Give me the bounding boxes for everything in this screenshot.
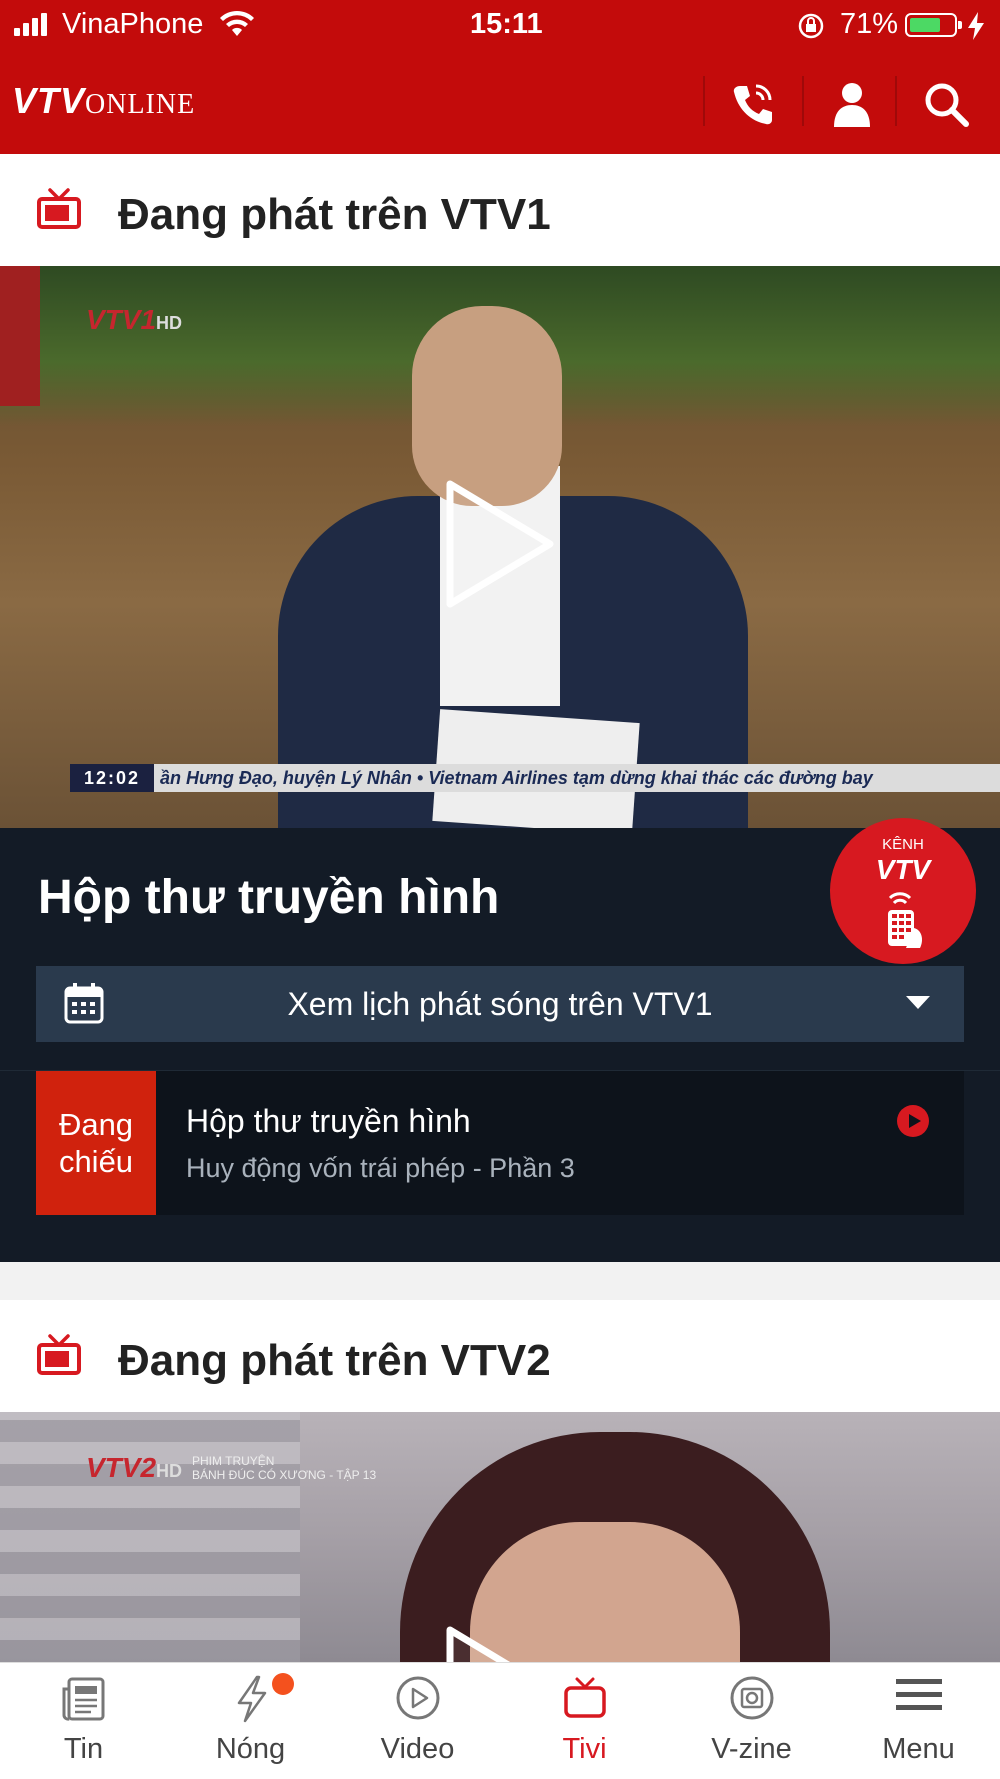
news-ticker: 12:02 ần Hưng Đạo, huyện Lý Nhân • Vietna… bbox=[70, 764, 1000, 792]
now-playing-item[interactable]: Đang chiếu Hộp thư truyền hình Huy động … bbox=[36, 1071, 964, 1215]
orientation-lock-icon bbox=[798, 13, 824, 39]
badge-caption: KÊNH bbox=[882, 836, 924, 853]
tv-icon bbox=[563, 1677, 606, 1718]
episode-name: Huy động vốn trái phép - Phần 3 bbox=[186, 1153, 575, 1183]
tv-icon bbox=[37, 1334, 81, 1375]
vtv1-section-header: Đang phát trên VTV1 bbox=[0, 154, 1000, 266]
background-flag bbox=[0, 266, 40, 406]
program-panel: Hộp thư truyền hình KÊNH VTV Xem lịch ph… bbox=[0, 818, 1000, 1262]
badge-mark: VTV bbox=[875, 854, 931, 885]
lightning-icon bbox=[237, 1675, 266, 1723]
program-title: Hộp thư truyền hình bbox=[38, 871, 500, 924]
tab-nong[interactable]: Nóng bbox=[167, 1663, 334, 1779]
tab-label: Tin bbox=[63, 1733, 104, 1765]
wifi-icon bbox=[220, 10, 254, 36]
program-caption: PHIM TRUYỆN BÁNH ĐÚC CÓ XƯƠNG - TẬP 13 bbox=[192, 1454, 377, 1482]
header-divider bbox=[802, 76, 804, 126]
battery-percent: 71% bbox=[840, 8, 899, 40]
logo-mark: VTV bbox=[12, 80, 86, 121]
search-button[interactable] bbox=[916, 74, 976, 134]
logo-text: ONLINE bbox=[85, 89, 196, 120]
carrier-name: VinaPhone bbox=[62, 8, 204, 40]
vtv2-live-player[interactable]: VTV2HD PHIM TRUYỆN BÁNH ĐÚC CÓ XƯƠNG - T… bbox=[0, 1412, 1000, 1662]
tab-label: Nóng bbox=[215, 1733, 286, 1765]
user-icon bbox=[834, 83, 870, 127]
section-title: Đang phát trên VTV1 bbox=[118, 190, 551, 239]
vtv-channel-remote-button[interactable]: KÊNH VTV bbox=[830, 818, 976, 964]
header-divider bbox=[895, 76, 897, 126]
tab-tin[interactable]: Tin bbox=[0, 1663, 167, 1779]
tab-vzine[interactable]: V-zine bbox=[668, 1663, 835, 1779]
background-building bbox=[0, 1412, 300, 1662]
status-bar: VinaPhone 15:11 71% bbox=[0, 0, 1000, 50]
tab-menu[interactable]: Menu bbox=[835, 1663, 1000, 1779]
tv-icon bbox=[37, 188, 81, 229]
vtv-online-logo[interactable]: VTVONLINE bbox=[12, 80, 195, 122]
ticker-text: ần Hưng Đạo, huyện Lý Nhân • Vietnam Air… bbox=[160, 768, 873, 788]
play-icon[interactable] bbox=[440, 1620, 560, 1662]
header-divider bbox=[703, 76, 705, 126]
signal-icon bbox=[14, 12, 54, 36]
section-title: Đang phát trên VTV2 bbox=[118, 1336, 551, 1385]
vtv1-live-player[interactable]: VTV1HD 12:02 ần Hưng Đạo, huyện Lý Nhân •… bbox=[0, 266, 1000, 828]
phone-icon bbox=[733, 84, 772, 125]
schedule-dropdown[interactable]: Xem lịch phát sóng trên VTV1 bbox=[36, 966, 964, 1042]
account-button[interactable] bbox=[822, 74, 882, 134]
search-icon bbox=[925, 83, 969, 127]
hotline-button[interactable] bbox=[722, 74, 782, 134]
tab-video[interactable]: Video bbox=[334, 1663, 501, 1779]
notification-dot bbox=[272, 1673, 294, 1695]
battery-icon bbox=[905, 13, 962, 37]
channel-watermark: VTV1HD bbox=[86, 304, 183, 335]
chevron-down-icon bbox=[906, 996, 930, 1009]
program-name: Hộp thư truyền hình bbox=[186, 1103, 471, 1139]
schedule-label: Xem lịch phát sóng trên VTV1 bbox=[287, 986, 713, 1022]
play-circle-icon bbox=[396, 1676, 439, 1720]
tab-label: V-zine bbox=[711, 1733, 792, 1765]
charging-icon bbox=[968, 12, 984, 40]
status-time: 15:11 bbox=[470, 8, 543, 40]
play-icon[interactable] bbox=[440, 474, 560, 614]
play-circle-icon[interactable] bbox=[896, 1104, 930, 1138]
tab-tivi[interactable]: Tivi bbox=[501, 1663, 668, 1779]
tab-label: Menu bbox=[882, 1733, 955, 1765]
now-playing-badge: Đang chiếu bbox=[36, 1071, 156, 1215]
ticker-time: 12:02 bbox=[70, 764, 155, 792]
newspaper-icon bbox=[62, 1677, 104, 1721]
vtv2-section-header: Đang phát trên VTV2 bbox=[0, 1300, 1000, 1412]
hamburger-icon bbox=[895, 1679, 942, 1710]
tab-label: Tivi bbox=[562, 1733, 607, 1765]
remote-control-icon bbox=[888, 892, 922, 948]
app-header: VinaPhone 15:11 71% VTVONLINE bbox=[0, 0, 1000, 154]
channel-watermark: VTV2HD bbox=[86, 1452, 183, 1483]
bottom-navigation: Tin Nóng Video Tivi V-zine Menu bbox=[0, 1662, 1000, 1779]
camera-icon bbox=[730, 1676, 773, 1720]
tab-label: Video bbox=[380, 1733, 455, 1765]
